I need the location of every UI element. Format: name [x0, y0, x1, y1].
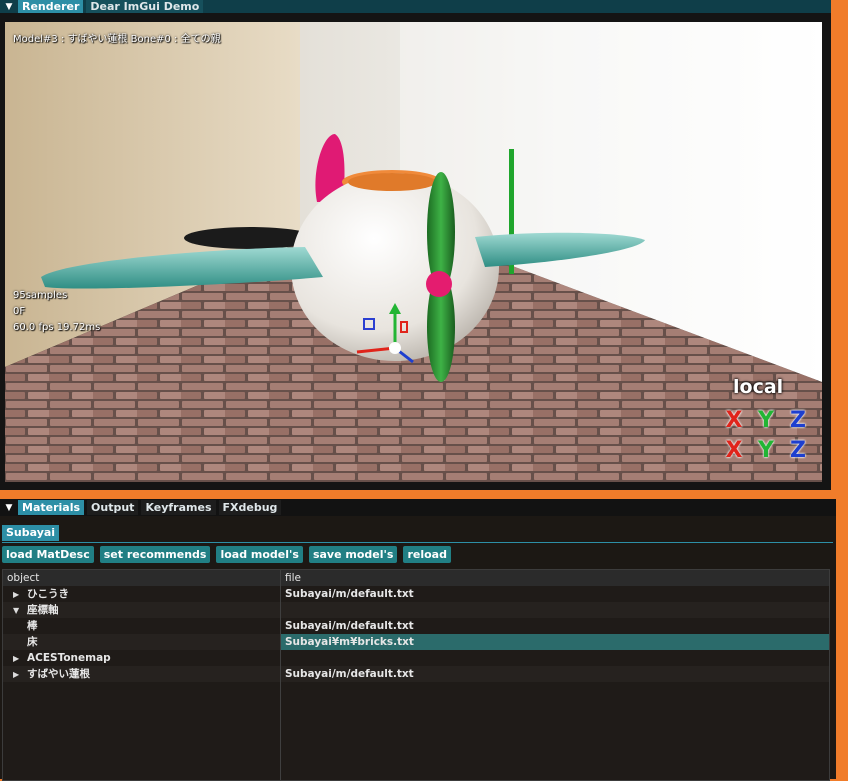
collapse-triangle-icon[interactable]: ▼ — [0, 0, 18, 13]
object-name: ひこうき — [27, 588, 69, 600]
row-object-cell: 床 — [27, 634, 38, 650]
load-matdesc-button[interactable]: load MatDesc — [2, 546, 94, 563]
table-row-selected[interactable]: 床 Subayai¥m¥bricks.txt — [3, 634, 829, 650]
collapse-triangle-icon[interactable]: ▼ — [0, 499, 18, 516]
scene-render — [5, 22, 822, 482]
file-column-header[interactable]: file — [285, 570, 301, 586]
object-name: ACESTonemap — [27, 652, 111, 664]
3d-viewport[interactable]: Model#3 : すばやい蓮根 Bone#0 : 全ての親 95samples… — [5, 22, 822, 482]
x-axis-rotate-icon[interactable]: X — [718, 408, 750, 436]
materials-tabbar: ▼ Materials Output Keyframes FXdebug — [0, 499, 836, 516]
tab-keyframes[interactable]: Keyframes — [141, 500, 216, 515]
axis-gizmo-widget[interactable]: X Y Z X Y Z — [718, 408, 814, 468]
reload-button[interactable]: reload — [403, 546, 451, 563]
save-models-button[interactable]: save model's — [308, 546, 398, 563]
expand-arrow-icon[interactable]: ▼ — [13, 603, 27, 619]
row-object-cell: ▶ ひこうき — [7, 586, 69, 603]
gizmo-mode-label[interactable]: local — [733, 376, 783, 398]
renderer-tabbar: ▼ Renderer Dear ImGui Demo — [0, 0, 831, 13]
model-info-label: Model#3 : すばやい蓮根 Bone#0 : 全ての親 — [13, 34, 221, 45]
object-name: 座標軸 — [27, 604, 59, 616]
y-axis-rotate-icon[interactable]: Y — [750, 408, 782, 436]
y-axis-move-icon[interactable]: Y — [750, 438, 782, 466]
materials-window: ▼ Materials Output Keyframes FXdebug Sub… — [0, 499, 836, 781]
tab-materials[interactable]: Materials — [18, 500, 85, 515]
expand-arrow-icon[interactable]: ▶ — [13, 651, 27, 667]
tab-fxdebug[interactable]: FXdebug — [218, 500, 282, 515]
table-row[interactable]: 棒 Subayai/m/default.txt — [3, 618, 829, 634]
table-row[interactable]: ▼ 座標軸 — [3, 602, 829, 618]
expand-arrow-icon[interactable]: ▶ — [13, 667, 27, 683]
table-row[interactable]: ▶ すばやい蓮根 Subayai/m/default.txt — [3, 666, 829, 682]
column-divider[interactable] — [280, 570, 281, 780]
materials-table: object file ▶ ひこうき Subayai/m/default.txt … — [2, 569, 830, 781]
row-object-cell: ▼ 座標軸 — [7, 602, 59, 619]
tab-dear-imgui-demo[interactable]: Dear ImGui Demo — [86, 0, 204, 13]
z-axis-rotate-icon[interactable]: Z — [782, 408, 814, 436]
expand-arrow-icon[interactable]: ▶ — [13, 587, 27, 603]
fps-label: 60.0 fps 19.72ms — [13, 322, 101, 333]
object-column-header[interactable]: object — [7, 570, 39, 586]
table-header: object file — [3, 570, 829, 586]
object-name: 棒 — [27, 620, 38, 632]
toolbar: load MatDesc set recommends load model's… — [2, 546, 451, 563]
samples-label: 95samples — [13, 290, 68, 301]
tab-output[interactable]: Output — [87, 500, 139, 515]
object-name: すばやい蓮根 — [27, 668, 90, 680]
tab-renderer[interactable]: Renderer — [18, 0, 84, 13]
object-name: 床 — [27, 636, 38, 648]
file-path[interactable]: Subayai¥m¥bricks.txt — [285, 634, 414, 650]
table-row[interactable]: ▶ ACESTonemap — [3, 650, 829, 666]
file-path[interactable]: Subayai/m/default.txt — [285, 618, 414, 634]
file-path[interactable]: Subayai/m/default.txt — [285, 586, 414, 602]
x-axis-move-icon[interactable]: X — [718, 438, 750, 466]
row-object-cell: 棒 — [27, 618, 38, 634]
subtab-bar: Subayai — [2, 525, 833, 543]
set-recommends-button[interactable]: set recommends — [99, 546, 211, 563]
table-row[interactable]: ▶ ひこうき Subayai/m/default.txt — [3, 586, 829, 602]
renderer-window: ▼ Renderer Dear ImGui Demo Model#3: すばや… — [0, 0, 831, 490]
frame-label: 0F — [13, 306, 26, 317]
row-object-cell: ▶ すばやい蓮根 — [7, 666, 90, 683]
z-axis-move-icon[interactable]: Z — [782, 438, 814, 466]
row-object-cell: ▶ ACESTonemap — [7, 650, 111, 667]
load-models-button[interactable]: load model's — [216, 546, 303, 563]
subtab-subayai[interactable]: Subayai — [2, 525, 60, 541]
file-path[interactable]: Subayai/m/default.txt — [285, 666, 414, 682]
